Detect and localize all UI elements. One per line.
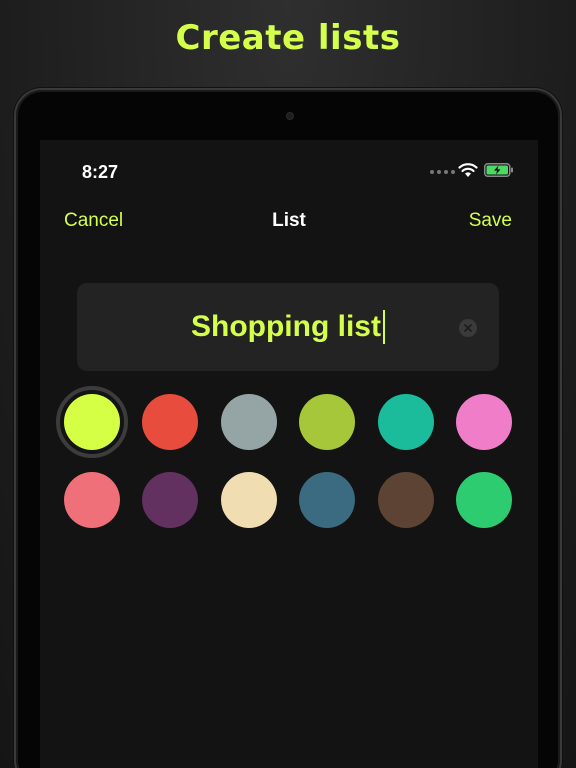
color-swatch[interactable]: [299, 472, 356, 528]
cellular-signal-icon: [430, 170, 455, 174]
color-swatch[interactable]: [220, 394, 277, 450]
clear-text-button[interactable]: [459, 319, 477, 337]
list-name-input[interactable]: Shopping list: [191, 310, 385, 344]
color-swatch[interactable]: [377, 472, 434, 528]
color-swatch[interactable]: [456, 472, 512, 528]
color-swatch[interactable]: [377, 394, 434, 450]
status-time: 8:27: [82, 162, 119, 182]
wifi-icon: [458, 163, 478, 177]
front-camera: [286, 112, 294, 120]
battery-charging-icon: [484, 163, 513, 177]
color-swatch[interactable]: [142, 394, 199, 450]
color-swatch[interactable]: [142, 472, 199, 528]
color-swatch[interactable]: [56, 386, 128, 458]
color-swatch[interactable]: [456, 394, 512, 450]
tablet-frame: 8:27 Cancel List Save Shopping list: [14, 88, 562, 768]
list-name-field[interactable]: Shopping list: [77, 283, 499, 371]
color-swatch[interactable]: [220, 472, 277, 528]
save-button[interactable]: Save: [469, 210, 512, 232]
clear-x-icon: [464, 324, 472, 332]
screen: 8:27 Cancel List Save Shopping list: [40, 140, 538, 768]
nav-title: List: [272, 210, 306, 231]
color-swatch[interactable]: [299, 394, 356, 450]
headline: Create lists: [175, 18, 401, 58]
color-swatch[interactable]: [64, 472, 120, 528]
